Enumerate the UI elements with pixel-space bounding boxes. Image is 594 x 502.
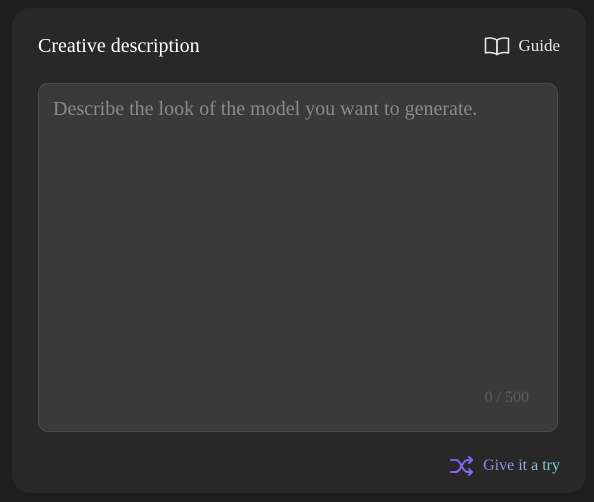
creative-description-panel: Creative description Guide 0 / 500 [12, 8, 586, 493]
book-open-icon [484, 36, 510, 56]
description-field-container: 0 / 500 [38, 83, 558, 432]
give-it-a-try-button[interactable]: Give it a try [449, 455, 560, 477]
character-counter: 0 / 500 [484, 389, 529, 406]
shuffle-icon [449, 456, 475, 476]
guide-button[interactable]: Guide [484, 34, 560, 58]
guide-label: Guide [518, 36, 560, 55]
give-it-a-try-label: Give it a try [483, 455, 560, 477]
panel-title: Creative description [38, 35, 200, 57]
description-input[interactable] [39, 84, 557, 431]
